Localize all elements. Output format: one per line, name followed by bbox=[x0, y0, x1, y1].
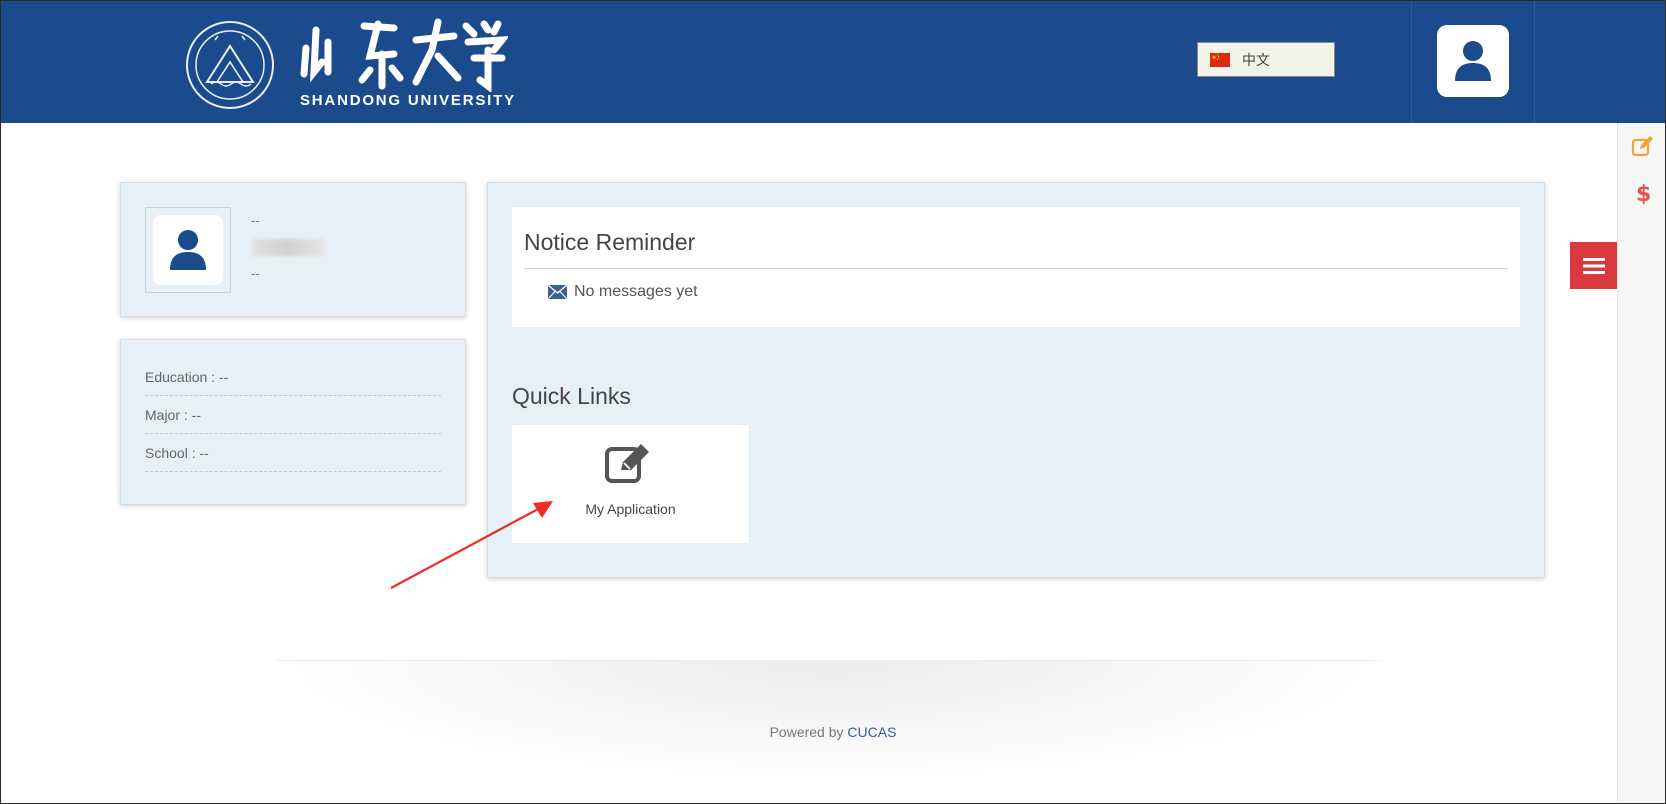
profile-detail: -- bbox=[251, 266, 260, 281]
university-seal-logo bbox=[186, 21, 274, 109]
language-label: 中文 bbox=[1242, 51, 1270, 68]
user-account-button[interactable] bbox=[1437, 25, 1509, 97]
notice-reminder-panel: Notice Reminder No messages yet bbox=[512, 207, 1520, 327]
major-row: Major : -- bbox=[145, 396, 441, 434]
notice-message: No messages yet bbox=[548, 283, 698, 301]
svg-text:$: $ bbox=[1636, 182, 1651, 206]
redacted-text bbox=[252, 239, 324, 256]
footer-divider bbox=[277, 660, 1383, 781]
quick-link-label: My Application bbox=[585, 501, 676, 517]
header-divider bbox=[1411, 0, 1412, 123]
cucas-link[interactable]: CUCAS bbox=[847, 724, 896, 740]
education-row: Education : -- bbox=[145, 358, 441, 396]
notice-message-text: No messages yet bbox=[574, 283, 698, 300]
quick-link-my-application[interactable]: My Application bbox=[512, 425, 749, 543]
avatar[interactable] bbox=[145, 207, 231, 293]
dollar-icon[interactable]: $ bbox=[1635, 180, 1651, 206]
university-calligraphy-logo bbox=[300, 18, 508, 92]
user-icon bbox=[1455, 41, 1491, 81]
hamburger-icon bbox=[1582, 257, 1605, 274]
divider bbox=[524, 268, 1508, 269]
envelope-icon bbox=[548, 285, 567, 299]
header-divider bbox=[1534, 0, 1535, 123]
footer: Powered by CUCAS bbox=[0, 724, 1666, 740]
menu-toggle-button[interactable] bbox=[1570, 242, 1617, 289]
avatar-inner bbox=[153, 215, 223, 285]
top-header: SHANDONG UNIVERSITY 中文 bbox=[0, 0, 1666, 123]
china-flag-icon bbox=[1210, 52, 1230, 67]
notice-title: Notice Reminder bbox=[524, 229, 696, 255]
university-name-english: SHANDONG UNIVERSITY bbox=[300, 92, 516, 109]
right-sidebar bbox=[1617, 123, 1666, 804]
quick-links-title: Quick Links bbox=[512, 383, 631, 409]
school-row: School : -- bbox=[145, 434, 441, 472]
user-icon bbox=[170, 230, 206, 270]
footer-prefix: Powered by bbox=[769, 724, 844, 740]
profile-card: -- -- bbox=[120, 182, 466, 317]
language-switch-button[interactable]: 中文 bbox=[1197, 42, 1335, 77]
profile-name: -- bbox=[251, 213, 260, 228]
edit-icon bbox=[605, 444, 649, 483]
edit-icon[interactable] bbox=[1631, 135, 1655, 157]
dashboard-main-panel: Notice Reminder No messages yet Quick Li… bbox=[487, 182, 1545, 578]
education-info-card: Education : -- Major : -- School : -- bbox=[120, 339, 466, 505]
